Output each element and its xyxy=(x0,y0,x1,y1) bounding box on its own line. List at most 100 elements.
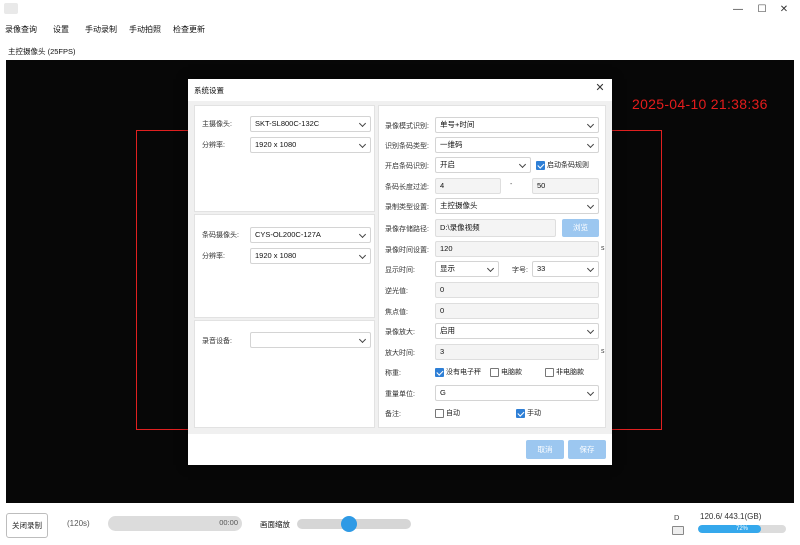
playback-progress-bar[interactable]: 00:00 xyxy=(108,516,242,531)
record-zoom-select[interactable]: 启用 xyxy=(435,323,599,339)
dialog-title: 系统设置 xyxy=(194,86,224,95)
barcode-type-value: 一维码 xyxy=(440,140,463,149)
record-time-label: 录像时间设置: xyxy=(385,247,429,254)
chevron-down-icon xyxy=(358,119,367,128)
record-mode-select[interactable]: 单号+时间 xyxy=(435,117,599,133)
stop-recording-button[interactable]: 关闭录制 xyxy=(6,513,48,538)
main-camera-panel: 主摄像头: SKT-SL800C-132C 分辨率: 1920 x 1080 xyxy=(194,105,375,212)
backlight-label: 逆光值: xyxy=(385,288,408,295)
window-title-bar: — ☐ ✕ xyxy=(0,0,800,18)
barcode-resolution-label: 分辨率: xyxy=(202,253,225,260)
audio-panel: 录音设备: xyxy=(194,320,375,428)
record-mode-value: 单号+时间 xyxy=(440,120,475,129)
cancel-button[interactable]: 取消 xyxy=(526,440,564,459)
menu-recording-query[interactable]: 录像查询 xyxy=(0,22,42,38)
app-icon xyxy=(4,3,18,14)
zoom-time-input[interactable]: 3 xyxy=(435,344,599,360)
bottom-bar: 关闭录制 (120s) 00:00 画面缩放 D 120.6/ 443.1(GB… xyxy=(0,506,800,545)
menu-manual-photo[interactable]: 手动拍照 xyxy=(124,22,166,38)
focus-input[interactable]: 0 xyxy=(435,303,599,319)
weigh-option-non-pc[interactable]: 非电脑款 xyxy=(545,367,584,377)
barcode-type-select[interactable]: 一维码 xyxy=(435,137,599,153)
chevron-down-icon xyxy=(518,160,527,169)
record-time-unit: s xyxy=(601,245,605,252)
dialog-body: 主摄像头: SKT-SL800C-132C 分辨率: 1920 x 1080 条… xyxy=(188,101,612,434)
backlight-input[interactable]: 0 xyxy=(435,282,599,298)
audio-device-select[interactable] xyxy=(250,332,371,348)
weigh-option-none[interactable]: 没有电子秤 xyxy=(435,367,481,377)
checkbox-checked-icon xyxy=(536,160,545,170)
recording-settings-panel: 录像模式识别: 单号+时间 识别条码类型: 一维码 开启条码识别: 开启 启动条… xyxy=(378,105,606,428)
main-camera-label: 主摄像头: xyxy=(202,121,232,128)
barcode-type-label: 识别条码类型: xyxy=(385,143,429,150)
menu-manual-record[interactable]: 手动录制 xyxy=(80,22,122,38)
maximize-icon[interactable]: ☐ xyxy=(754,2,770,16)
barcode-length-max-input[interactable]: 50 xyxy=(532,178,599,194)
display-time-select[interactable]: 显示 xyxy=(435,261,499,277)
barcode-rule-checkbox[interactable]: 启动条码规则 xyxy=(536,160,589,170)
save-button[interactable]: 保存 xyxy=(568,440,606,459)
checkbox-icon xyxy=(545,367,554,377)
audio-device-label: 录音设备: xyxy=(202,338,232,345)
record-type-value: 主控摄像头 xyxy=(440,201,478,210)
chevron-down-icon xyxy=(586,388,595,397)
note-option-label: 手动 xyxy=(527,410,541,417)
storage-path-input[interactable]: D:\录像视频 xyxy=(435,219,556,237)
chevron-down-icon xyxy=(358,230,367,239)
barcode-recognition-value: 开启 xyxy=(440,160,455,169)
checkbox-checked-icon xyxy=(516,408,525,418)
zoom-slider[interactable] xyxy=(297,516,411,532)
barcode-resolution-select[interactable]: 1920 x 1080 xyxy=(250,248,371,264)
disk-usage-bar: 72% xyxy=(698,525,786,533)
weigh-option-pc[interactable]: 电脑款 xyxy=(490,367,522,377)
display-time-label: 显示时间: xyxy=(385,267,415,274)
focus-label: 焦点值: xyxy=(385,309,408,316)
checkbox-checked-icon xyxy=(435,367,444,377)
record-mode-label: 录像模式识别: xyxy=(385,123,429,130)
note-label: 备注: xyxy=(385,411,401,418)
display-time-value: 显示 xyxy=(440,264,455,273)
barcode-camera-label: 条码摄像头: xyxy=(202,232,239,239)
chevron-down-icon xyxy=(586,326,595,335)
storage-path-label: 录像存储路径: xyxy=(385,226,429,233)
weight-unit-select[interactable]: G xyxy=(435,385,599,401)
main-camera-select[interactable]: SKT-SL800C-132C xyxy=(250,116,371,132)
checkbox-icon xyxy=(435,408,444,418)
main-resolution-label: 分辨率: xyxy=(202,142,225,149)
minimize-icon[interactable]: — xyxy=(730,2,746,16)
record-time-input[interactable]: 120 xyxy=(435,241,599,257)
chevron-down-icon xyxy=(358,251,367,260)
barcode-recognition-label: 开启条码识别: xyxy=(385,163,429,170)
barcode-recognition-select[interactable]: 开启 xyxy=(435,157,531,173)
disk-usage-text: 120.6/ 443.1(GB) xyxy=(700,512,762,521)
record-zoom-label: 录像放大: xyxy=(385,329,415,336)
checkbox-icon xyxy=(490,367,499,377)
drive-letter: D xyxy=(674,513,680,522)
chevron-down-icon xyxy=(586,140,595,149)
close-icon[interactable]: ✕ xyxy=(776,2,792,16)
weigh-option-label: 没有电子秤 xyxy=(446,369,481,376)
hard-drive-icon xyxy=(672,526,684,535)
menu-settings[interactable]: 设置 xyxy=(48,22,74,38)
preview-timestamp: 2025-04-10 21:38:36 xyxy=(632,96,768,112)
barcode-rule-label: 启动条码规则 xyxy=(547,162,589,169)
barcode-camera-select[interactable]: CYS-OL200C-127A xyxy=(250,227,371,243)
font-size-label: 字号: xyxy=(512,267,528,274)
zoom-slider-handle[interactable] xyxy=(341,516,358,532)
main-resolution-select[interactable]: 1920 x 1080 xyxy=(250,137,371,153)
note-option-manual[interactable]: 手动 xyxy=(516,408,541,418)
font-size-select[interactable]: 33 xyxy=(532,261,599,277)
record-type-select[interactable]: 主控摄像头 xyxy=(435,198,599,214)
barcode-length-min-input[interactable]: 4 xyxy=(435,178,501,194)
weigh-option-label: 非电脑款 xyxy=(556,369,584,376)
weight-unit-label: 重量单位: xyxy=(385,391,415,398)
record-type-label: 录制类型设置: xyxy=(385,204,429,211)
barcode-length-label: 条码长度过滤: xyxy=(385,184,429,191)
note-option-auto[interactable]: 自动 xyxy=(435,408,460,418)
menu-check-update[interactable]: 检查更新 xyxy=(168,22,210,38)
disk-usage-percent: 72% xyxy=(735,526,748,532)
browse-button[interactable]: 浏览 xyxy=(562,219,599,237)
dialog-close-icon[interactable]: ✕ xyxy=(594,82,606,94)
zoom-label: 画面缩放 xyxy=(260,520,290,529)
main-camera-value: SKT-SL800C-132C xyxy=(255,119,320,128)
